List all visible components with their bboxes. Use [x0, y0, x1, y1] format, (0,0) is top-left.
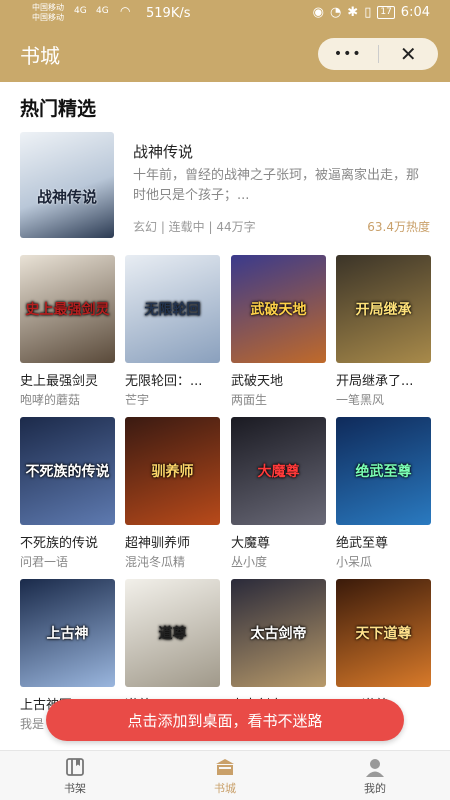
more-button[interactable]: ••• — [318, 38, 378, 70]
book-title: 无限轮回：... — [125, 374, 203, 389]
app-root: 中国移动 中国移动 4G 4G ◠ 519K/s ◉ ◔ ✱ ▯ 17 6:04… — [0, 0, 450, 800]
status-bar: 中国移动 中国移动 4G 4G ◠ 519K/s ◉ ◔ ✱ ▯ 17 6:04 — [0, 0, 450, 26]
page-title: 书城 — [20, 44, 60, 68]
book-cover: 武破天地 — [231, 255, 326, 363]
book-cover-text: 大魔尊 — [257, 464, 300, 480]
book-title: 武破天地 — [231, 374, 284, 389]
featured-title: 战神传说 — [133, 143, 194, 161]
book-cover: 太古剑帝 — [231, 579, 326, 687]
book-cover: 上古神 — [20, 579, 115, 687]
bluetooth-icon: ✱ — [347, 5, 359, 20]
book-card[interactable]: 绝武至尊 绝武至尊 小呆瓜 — [336, 417, 431, 570]
book-cover-text: 无限轮回 — [144, 302, 201, 318]
main-content: 热门精选 战神传说 战神传说 十年前，曾经的战神之子张珂，被逼离家出走，那时他只… — [0, 82, 450, 750]
book-cover-text: 太古剑帝 — [250, 626, 307, 642]
book-card[interactable]: 开局继承开局继承了... 一笔黑风 — [336, 255, 431, 408]
book-cover-text: 不死族的传说 — [25, 464, 110, 480]
clock: 6:04 — [400, 5, 430, 20]
book-author: 两面生 — [231, 393, 268, 407]
book-card[interactable]: 史上最强剑灵 史上最强剑灵 咆哮的蘑菇 — [20, 255, 115, 408]
featured-book[interactable]: 战神传说 战神传说 十年前，曾经的战神之子张珂，被逼离家出走，那时他只是个孩子；… — [20, 132, 430, 238]
featured-cover-text: 战神传说 — [36, 188, 97, 206]
book-cover-text: 武破天地 — [250, 302, 307, 318]
book-title: 绝武至尊 — [336, 536, 389, 551]
carrier-1: 中国移动 — [32, 3, 64, 12]
book-cover: 道尊 — [125, 579, 220, 687]
more-icon: ••• — [333, 46, 362, 62]
book-card[interactable]: 大魔尊 大魔尊 丛小度 — [231, 417, 326, 570]
book-cover-text: 上古神 — [46, 626, 89, 642]
app-header: 书城 ••• ✕ — [0, 26, 450, 82]
book-title: 不死族的传说 — [20, 536, 99, 551]
book-cover: 大魔尊 — [231, 417, 326, 525]
book-cover-text: 绝武至尊 — [355, 464, 412, 480]
book-author: 丛小度 — [231, 555, 268, 569]
book-cover-text: 道尊 — [158, 626, 187, 642]
book-cover-text: 开局继承 — [355, 302, 412, 318]
tab-bookshelf-label: 书架 — [64, 782, 86, 795]
book-card[interactable]: 驯养师超神驯养师混沌冬瓜精 — [125, 417, 220, 570]
book-title: 大魔尊 — [231, 536, 271, 551]
signal-1-label: 4G — [74, 6, 87, 16]
tab-bookstore[interactable]: 书城 — [150, 751, 300, 800]
book-author: 问君一语 — [20, 555, 69, 569]
tab-bar: 书架 书城 我的 — [0, 750, 450, 800]
book-card[interactable]: 武破天地 武破天地 两面生 — [231, 255, 326, 408]
bookshelf-icon — [66, 758, 84, 776]
book-author: 咆哮的蘑菇 — [20, 393, 81, 407]
toast-text: 点击添加到桌面，看书不迷路 — [127, 711, 323, 730]
featured-cover: 战神传说 — [20, 132, 114, 238]
book-cover: 天下道尊 — [336, 579, 431, 687]
signal-2-label: 4G — [96, 6, 109, 16]
book-card[interactable]: 天下道尊天下道尊 — [336, 579, 431, 715]
close-icon: ✕ — [399, 42, 417, 66]
featured-heat: 63.4万热度 — [367, 220, 430, 234]
book-title: 开局继承了... — [336, 374, 414, 389]
book-author: 一笔黑风 — [336, 393, 385, 407]
battery-icon: 17 — [377, 6, 395, 19]
book-cover: 不死族的传说 — [20, 417, 115, 525]
book-author: 混沌冬瓜精 — [125, 555, 186, 569]
book-title: 超神驯养师 — [125, 536, 191, 551]
bookstore-icon — [216, 759, 234, 775]
book-cover-text: 驯养师 — [151, 464, 194, 480]
book-author: 芒宇 — [125, 393, 150, 407]
book-cover: 无限轮回 — [125, 255, 220, 363]
wifi-icon: ◠ — [120, 4, 131, 18]
carrier-2: 中国移动 — [32, 13, 64, 22]
book-cover-text: 天下道尊 — [355, 626, 412, 642]
tab-mine[interactable]: 我的 — [300, 751, 450, 800]
add-to-desktop-toast[interactable]: 点击添加到桌面，看书不迷路 — [46, 699, 404, 741]
carrier-info: 中国移动 中国移动 — [32, 3, 64, 23]
book-title: 史上最强剑灵 — [20, 374, 99, 389]
mini-program-capsule: ••• ✕ — [318, 38, 438, 70]
book-cover: 开局继承 — [336, 255, 431, 363]
tab-mine-label: 我的 — [364, 782, 386, 795]
book-cover-text: 史上最强剑灵 — [25, 302, 110, 318]
featured-description: 十年前，曾经的战神之子张珂，被逼离家出走，那时他只是个孩子；... — [133, 168, 420, 203]
user-icon — [366, 759, 384, 777]
book-cover: 史上最强剑灵 — [20, 255, 115, 363]
book-author: 小呆瓜 — [336, 555, 373, 569]
book-card[interactable]: 不死族的传说 不死族的传说 问君一语 — [20, 417, 115, 570]
tab-bookstore-label: 书城 — [214, 782, 236, 795]
book-cover: 驯养师 — [125, 417, 220, 525]
book-card[interactable]: 太古剑帝太古剑帝 — [231, 579, 326, 715]
status-right: ◉ ◔ ✱ ▯ 17 6:04 — [313, 5, 430, 20]
eye-icon: ◉ — [312, 5, 324, 20]
alarm-icon: ◔ — [329, 5, 342, 20]
tab-bookshelf[interactable]: 书架 — [0, 751, 150, 800]
close-button[interactable]: ✕ — [378, 38, 438, 70]
book-card[interactable]: 无限轮回无限轮回：... 芒宇 — [125, 255, 220, 408]
book-cover: 绝武至尊 — [336, 417, 431, 525]
network-speed: 519K/s — [146, 6, 191, 21]
book-card[interactable]: 道尊道尊 — [125, 579, 220, 715]
featured-meta: 玄幻 | 连载中 | 44万字 — [133, 220, 256, 234]
section-title: 热门精选 — [20, 98, 97, 120]
vibrate-icon: ▯ — [364, 5, 372, 20]
